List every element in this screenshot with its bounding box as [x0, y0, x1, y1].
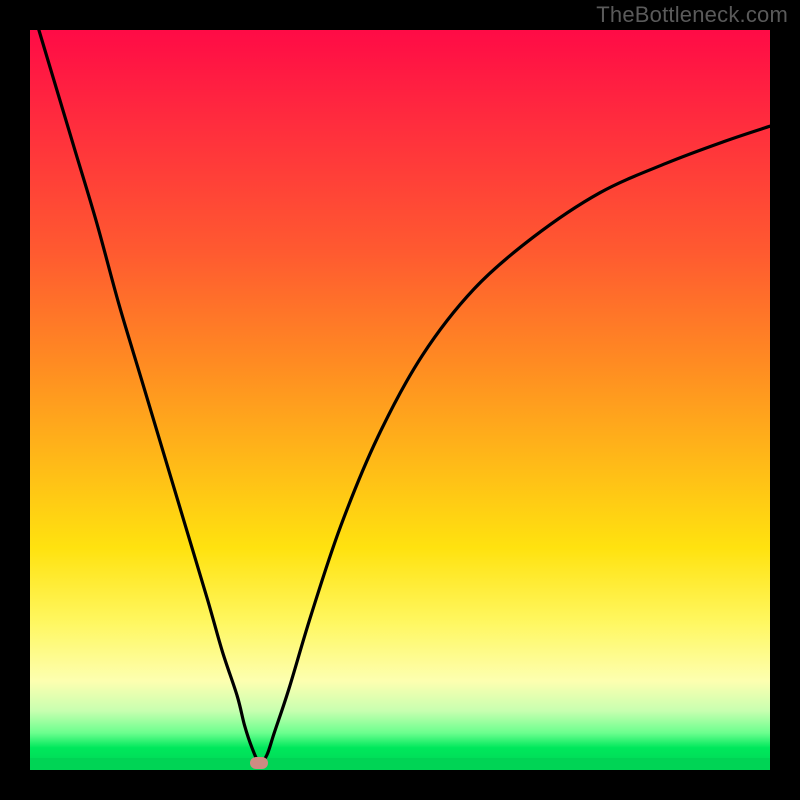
watermark-text: TheBottleneck.com: [596, 2, 788, 28]
background-gradient: [30, 30, 770, 770]
green-baseline-strip: [30, 758, 770, 770]
chart-frame: TheBottleneck.com: [0, 0, 800, 800]
optimal-point-marker: [250, 757, 268, 769]
plot-area: [30, 30, 770, 770]
